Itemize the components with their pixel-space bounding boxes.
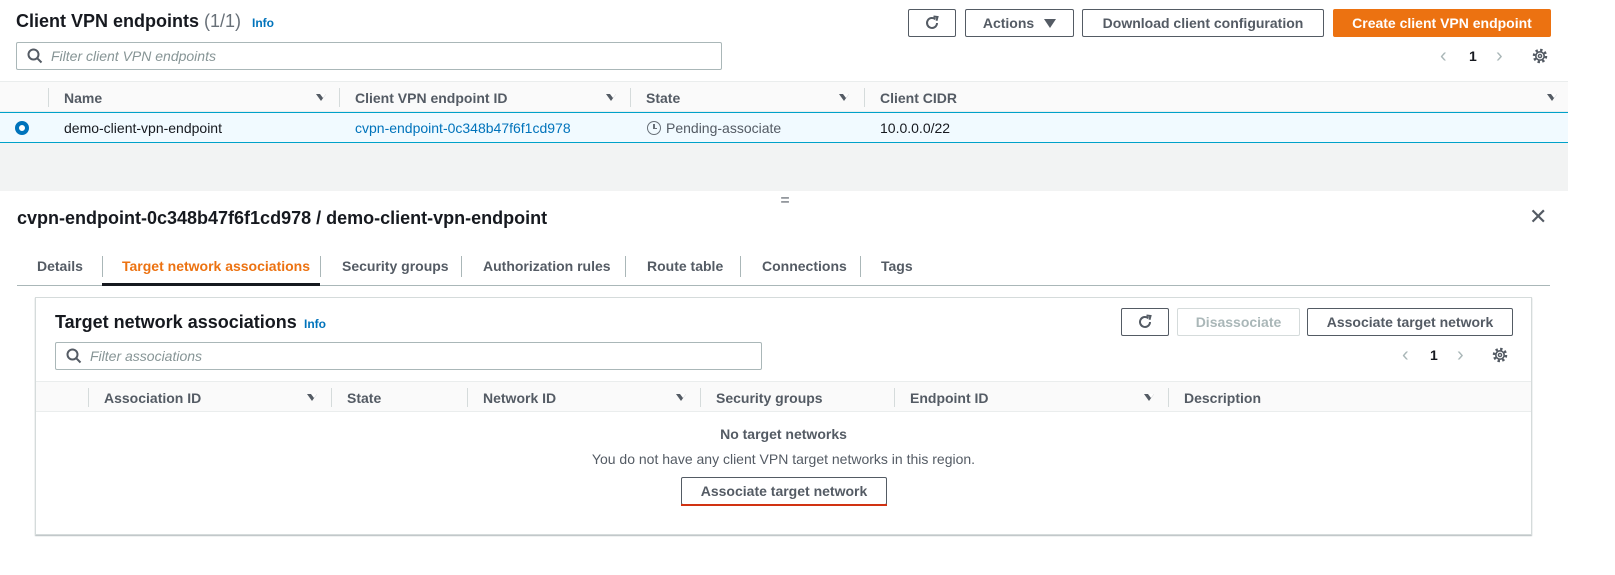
associations-filter[interactable]: [55, 342, 762, 370]
associations-container: Target network associations Info Disasso…: [35, 297, 1532, 535]
associations-pagination: ‹ 1 ›: [1402, 344, 1472, 367]
create-endpoint-button[interactable]: Create client VPN endpoint: [1333, 9, 1551, 37]
chevron-right-icon[interactable]: ›: [1496, 45, 1503, 68]
endpoints-filter-input[interactable]: [51, 48, 676, 64]
tab-route-table[interactable]: Route table: [647, 258, 723, 274]
search-icon: [66, 348, 82, 364]
chevron-left-icon[interactable]: ‹: [1402, 344, 1409, 367]
endpoints-info-link[interactable]: Info: [252, 16, 274, 30]
col-endpoint-id-header[interactable]: Client VPN endpoint ID: [355, 90, 507, 106]
col-name-header[interactable]: Name: [64, 90, 102, 106]
detail-title: cvpn-endpoint-0c348b47f6f1cd978 / demo-c…: [17, 208, 548, 228]
empty-associate-button[interactable]: Associate target network: [681, 477, 887, 505]
pending-clock-icon: [647, 121, 661, 135]
gear-icon[interactable]: [1531, 47, 1549, 65]
refresh-icon: [926, 15, 939, 29]
col-state-header[interactable]: State: [347, 390, 381, 406]
col-network-id-header[interactable]: Network ID: [483, 390, 556, 406]
chevron-left-icon[interactable]: ‹: [1440, 45, 1447, 68]
actions-button[interactable]: Actions: [965, 9, 1074, 37]
button-focus-underline: [681, 504, 887, 506]
endpoints-pagination: ‹ 1 ›: [1440, 45, 1510, 68]
search-icon: [27, 48, 43, 64]
endpoints-title-text: Client VPN endpoints: [16, 11, 200, 31]
associations-filter-input[interactable]: [90, 348, 716, 364]
empty-table-area: [0, 143, 1568, 191]
associations-table-header: Association ID State Network ID Security…: [36, 381, 1531, 412]
empty-state-message: You do not have any client VPN target ne…: [591, 451, 976, 467]
tab-authorization-rules[interactable]: Authorization rules: [483, 258, 611, 274]
tab-target-network-associations[interactable]: Target network associations: [122, 258, 310, 274]
associations-info-link[interactable]: Info: [304, 317, 326, 331]
row-radio[interactable]: [15, 121, 29, 135]
col-security-groups-header[interactable]: Security groups: [716, 390, 823, 406]
actions-label: Actions: [982, 15, 1035, 31]
empty-state-title: No target networks: [720, 426, 847, 442]
disassociate-button[interactable]: Disassociate: [1177, 308, 1300, 336]
chevron-right-icon[interactable]: ›: [1457, 344, 1464, 367]
col-association-id-header[interactable]: Association ID: [104, 390, 201, 406]
active-tab-indicator: [102, 283, 320, 286]
endpoints-filter[interactable]: [16, 42, 722, 70]
gear-icon[interactable]: [1491, 346, 1509, 364]
tab-connections[interactable]: Connections: [762, 258, 847, 274]
caret-down-icon: [1044, 18, 1057, 28]
close-icon[interactable]: ✕: [1529, 206, 1547, 228]
row-state: Pending-associate: [666, 120, 782, 136]
drag-handle-icon: =: [780, 192, 790, 209]
refresh-icon: [1139, 314, 1152, 328]
row-endpoint-id-link[interactable]: cvpn-endpoint-0c348b47f6f1cd978: [355, 120, 571, 136]
associate-target-network-button[interactable]: Associate target network: [1307, 308, 1513, 336]
col-cidr-header[interactable]: Client CIDR: [880, 90, 957, 106]
tab-security-groups[interactable]: Security groups: [342, 258, 449, 274]
row-cidr: 10.0.0.0/22: [880, 120, 951, 136]
endpoints-title: Client VPN endpoints (1/1): [16, 11, 241, 32]
associations-page-number[interactable]: 1: [1430, 347, 1438, 363]
col-endpoint-id-header[interactable]: Endpoint ID: [910, 390, 989, 406]
endpoints-table-header: Name Client VPN endpoint ID State Client…: [0, 81, 1568, 112]
tab-tags[interactable]: Tags: [881, 258, 913, 274]
endpoints-count: (1/1): [204, 11, 242, 31]
download-config-button[interactable]: Download client configuration: [1082, 9, 1324, 37]
associations-title: Target network associations: [55, 312, 297, 332]
associations-refresh-button[interactable]: [1121, 308, 1169, 336]
split-panel-handle[interactable]: =: [775, 192, 795, 210]
refresh-button[interactable]: [908, 9, 956, 37]
col-state-header[interactable]: State: [646, 90, 680, 106]
table-row[interactable]: demo-client-vpn-endpoint cvpn-endpoint-0…: [0, 112, 1568, 143]
endpoints-page-number[interactable]: 1: [1469, 48, 1477, 64]
col-description-header[interactable]: Description: [1184, 390, 1261, 406]
row-name: demo-client-vpn-endpoint: [64, 120, 222, 136]
tab-details[interactable]: Details: [37, 258, 83, 274]
